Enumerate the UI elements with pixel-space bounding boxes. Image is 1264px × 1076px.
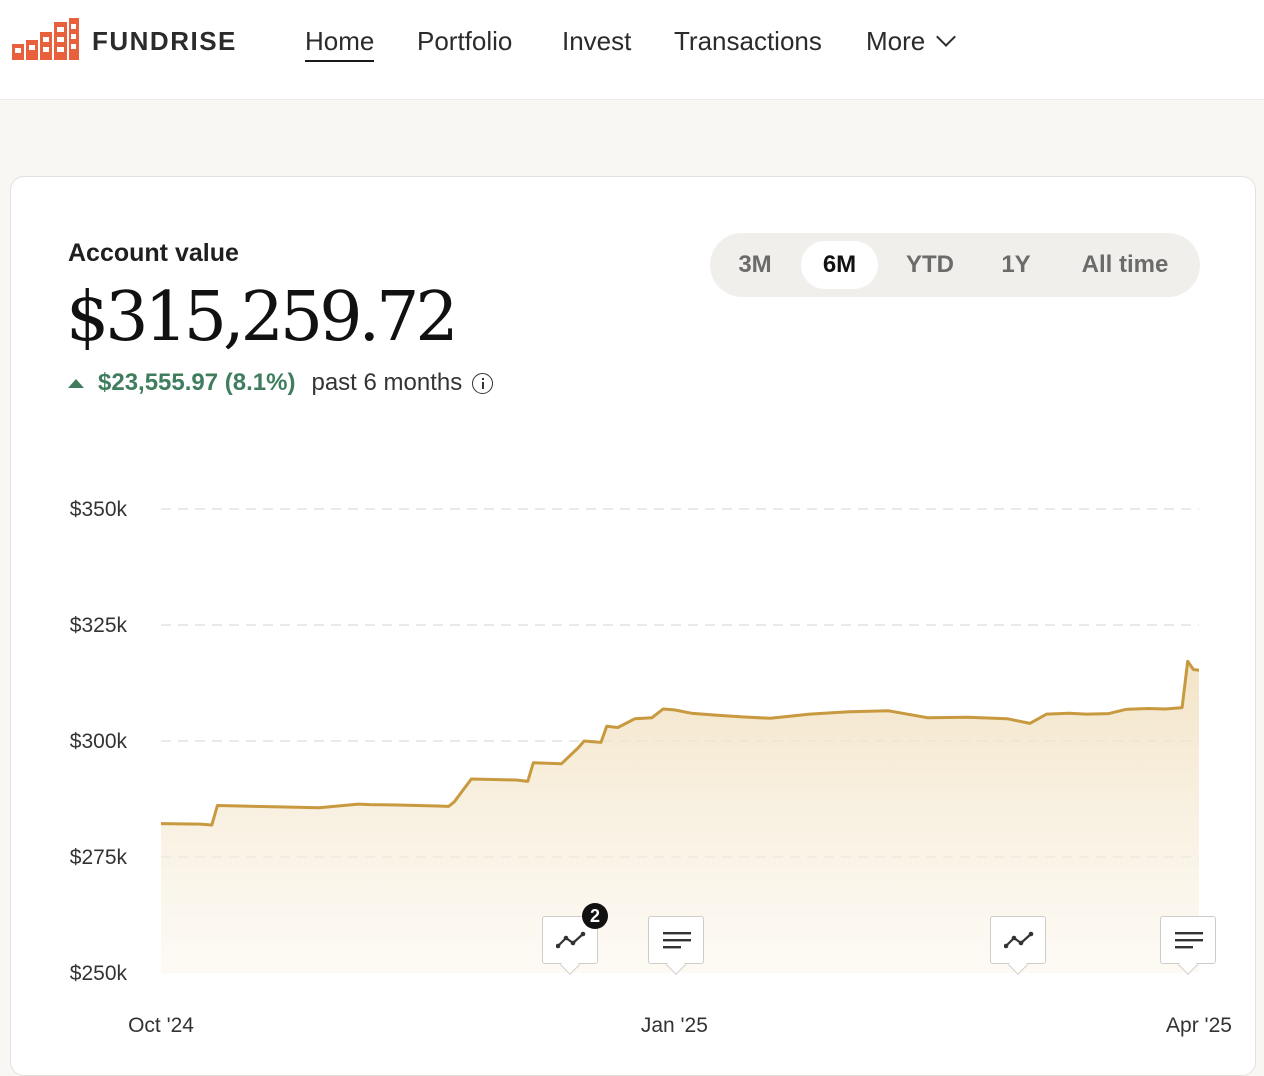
note-event-marker[interactable] <box>1160 916 1216 964</box>
nav-home[interactable]: Home <box>305 24 374 62</box>
note-event-marker[interactable] <box>648 916 704 964</box>
nav-more[interactable]: More <box>866 24 953 58</box>
y-axis-tick-label: $275k <box>70 846 128 869</box>
x-axis-tick-label: Jan '25 <box>641 1014 708 1037</box>
x-axis-tick-label: Oct '24 <box>128 1014 194 1037</box>
note-lines-icon <box>1174 929 1204 951</box>
y-axis-tick-label: $250k <box>70 962 128 985</box>
account-value-card: Account value $315,259.72 $23,555.97 (8.… <box>10 176 1256 1076</box>
nav-invest[interactable]: Invest <box>562 24 631 58</box>
trend-line-icon <box>1004 929 1034 951</box>
account-value-chart[interactable]: $350k $325k $300k $275k $250k Oct '24 Jan '25… <box>11 177 1255 1057</box>
nav-portfolio[interactable]: Portfolio <box>417 24 512 58</box>
chart-event-marker[interactable] <box>990 916 1046 964</box>
nav-more-label: More <box>866 26 925 56</box>
y-axis-tick-label: $350k <box>70 498 128 521</box>
y-axis-tick-label: $300k <box>70 730 128 753</box>
note-lines-icon <box>662 929 692 951</box>
x-axis-tick-label: Apr '25 <box>1166 1014 1232 1037</box>
chevron-down-icon <box>936 27 956 47</box>
brand-name: FUNDRISE <box>92 26 237 57</box>
nav-transactions[interactable]: Transactions <box>674 24 822 58</box>
buildings-logo-icon <box>12 18 82 64</box>
marker-count-badge: 2 <box>582 903 608 929</box>
y-axis-tick-label: $325k <box>70 614 128 637</box>
top-navigation: FUNDRISE Home Portfolio Invest Transacti… <box>0 0 1264 100</box>
fundrise-logo[interactable]: FUNDRISE <box>12 18 82 64</box>
trend-line-icon <box>556 929 586 951</box>
